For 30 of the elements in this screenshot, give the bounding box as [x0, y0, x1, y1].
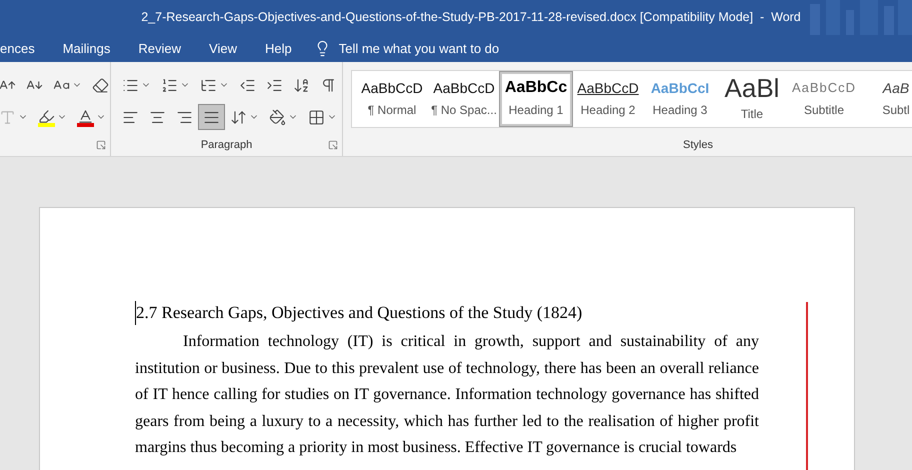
- line-spacing-icon: [230, 108, 247, 126]
- dialog-launcher-icon[interactable]: [96, 140, 106, 150]
- style-item[interactable]: AaBbCcD Subtitle: [788, 72, 860, 126]
- window-title: 2_7-Research-Gaps-Objectives-and-Questions-of-the-Study-PB-2017-11-28-revised.docx [Compatibility Mode] - Word: [141, 9, 801, 26]
- numbered-list-icon: [161, 76, 178, 94]
- sort-icon: [293, 76, 310, 94]
- ribbon-tab[interactable]: Review: [124, 35, 196, 62]
- ribbon-tab[interactable]: View: [195, 35, 251, 62]
- text-effects-icon: [0, 108, 16, 126]
- borders-icon: [308, 108, 325, 126]
- ribbon-tab[interactable]: ences: [0, 35, 49, 62]
- group-label: Paragraph: [200, 138, 252, 152]
- style-item[interactable]: AaBbCcI Heading 3: [644, 72, 716, 126]
- paint-bucket-icon: [269, 108, 286, 126]
- document-heading: 2.7 Research Gaps, Objectives and Questions of the Study (1824): [135, 301, 759, 325]
- style-item[interactable]: AaBl Title: [716, 72, 788, 126]
- style-item[interactable]: AaBbCcD ¶ Normal: [356, 72, 428, 126]
- eraser-icon: [92, 76, 109, 94]
- tell-me-field[interactable]: Tell me what you want to do: [314, 38, 559, 58]
- style-item[interactable]: AaBbCcD Heading 2: [572, 72, 644, 126]
- style-item[interactable]: AaB Subtl: [860, 72, 912, 126]
- group-label: Styles: [683, 138, 713, 152]
- style-item[interactable]: AaBbCcD ¶ No Spac...: [428, 72, 500, 126]
- ribbon-tab[interactable]: Mailings: [48, 35, 124, 62]
- ribbon-tab[interactable]: Help: [250, 35, 306, 62]
- style-item[interactable]: AaBbCc Heading 1: [500, 72, 572, 126]
- dialog-launcher-icon[interactable]: [328, 140, 338, 150]
- justify-button[interactable]: [198, 104, 225, 130]
- body-paragraph: Information technology (IT) is critical in growth, support and sustainability of any institution or business. Due to this prevalent use of technology, there has been an overall reliance of IT hence calling for studies on IT governance. Information technology governance has shifted gears from being a luxury to a necessity, which has further led to the realisation of higher profit margins thus becoming a priority in most business. Effective IT governance is crucial towards: [135, 332, 759, 458]
- pilcrow-icon: [320, 76, 337, 94]
